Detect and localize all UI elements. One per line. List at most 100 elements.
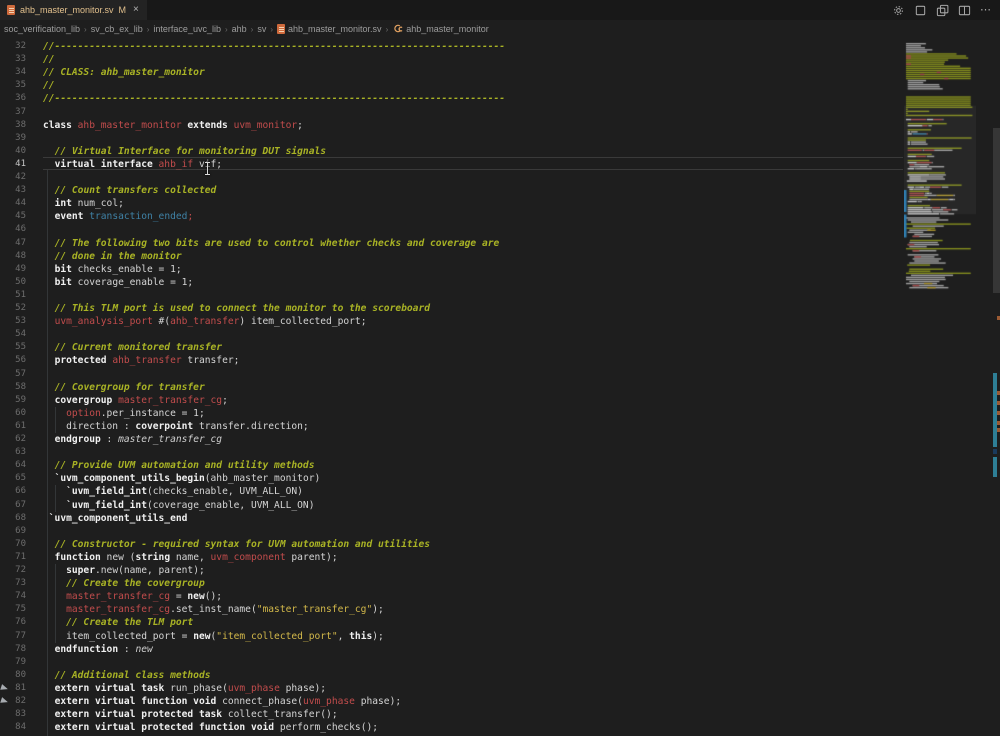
code-line-50[interactable]: bit coverage_enable = 1; (43, 276, 193, 289)
line-number: 41 (0, 158, 26, 171)
breadcrumb-label: interface_uvc_lib (153, 24, 221, 34)
code-line-64[interactable]: // Provide UVM automation and utility me… (43, 459, 314, 472)
line-number: 33 (0, 53, 26, 66)
line-number: 40 (0, 145, 26, 158)
line-number: 32 (0, 40, 26, 53)
code-line-45[interactable]: event transaction_ended; (43, 210, 193, 223)
line-number: 58 (0, 381, 26, 394)
line-number: 54 (0, 328, 26, 341)
breadcrumb-separator: › (270, 25, 273, 34)
ruler-dark-mark (993, 449, 997, 454)
code-line-76[interactable]: // Create the TLM port (43, 616, 193, 629)
breadcrumb-label: sv (257, 24, 266, 34)
breadcrumb-item-ahb-master-monitor[interactable]: ahb_master_monitor (392, 23, 489, 36)
code-line-36[interactable]: //--------------------------------------… (43, 92, 505, 105)
code-line-41[interactable]: virtual interface ahb_if vif; (43, 158, 222, 171)
line-number: 51 (0, 289, 26, 302)
breadcrumb-label: ahb (232, 24, 247, 34)
line-number: 74 (0, 590, 26, 603)
code-line-49[interactable]: bit checks_enable = 1; (43, 263, 182, 276)
line-number: 57 (0, 368, 26, 381)
code-line-61[interactable]: direction : coverpoint transfer.directio… (43, 420, 309, 433)
breadcrumb-label: ahb_master_monitor.sv (288, 24, 382, 34)
code-line-77[interactable]: item_collected_port = new("item_collecte… (43, 630, 384, 643)
breadcrumb-item-sv[interactable]: sv (257, 24, 266, 34)
code-line-35[interactable]: // (43, 79, 55, 92)
line-number: 46 (0, 223, 26, 236)
sv-file-icon (277, 24, 285, 34)
code-line-65[interactable]: `uvm_component_utils_begin(ahb_master_mo… (43, 472, 320, 485)
breadcrumb-label: sv_cb_ex_lib (91, 24, 143, 34)
code-line-80[interactable]: // Additional class methods (43, 669, 211, 682)
line-number: 71 (0, 551, 26, 564)
code-line-66[interactable]: `uvm_field_int(checks_enable, UVM_ALL_ON… (43, 485, 303, 498)
code-line-73[interactable]: // Create the covergroup (43, 577, 205, 590)
scrollbar-slider[interactable] (993, 128, 1000, 293)
code-line-74[interactable]: master_transfer_cg = new(); (43, 590, 222, 603)
mouse-ibeam-cursor (204, 162, 211, 175)
code-line-55[interactable]: // Current monitored transfer (43, 341, 222, 354)
split-editor-icon[interactable] (958, 4, 971, 17)
code-line-67[interactable]: `uvm_field_int(coverage_enable, UVM_ALL_… (43, 499, 315, 512)
class-symbol-icon (392, 23, 403, 36)
editor-area[interactable]: 3233343536373839404142434445464748495051… (0, 38, 1000, 736)
square-icon[interactable] (914, 4, 927, 17)
line-number: 62 (0, 433, 26, 446)
code-line-70[interactable]: // Constructor - required syntax for UVM… (43, 538, 430, 551)
code-line-48[interactable]: // done in the monitor (43, 250, 182, 263)
code-line-58[interactable]: // Covergroup for transfer (43, 381, 205, 394)
more-actions-icon[interactable]: ⋯ (980, 5, 992, 15)
code-line-38[interactable]: class ahb_master_monitor extends uvm_mon… (43, 119, 303, 132)
code-line-82[interactable]: extern virtual function void connect_pha… (43, 695, 401, 708)
code-line-75[interactable]: master_transfer_cg.set_inst_name("master… (43, 603, 384, 616)
code-line-81[interactable]: extern virtual task run_phase(uvm_phase … (43, 682, 326, 695)
line-number: 37 (0, 106, 26, 119)
code-line-43[interactable]: // Count transfers collected (43, 184, 216, 197)
line-number: 68 (0, 512, 26, 525)
open-changes-icon[interactable] (936, 4, 949, 17)
line-number: 48 (0, 250, 26, 263)
settings-gear-icon[interactable] (892, 4, 905, 17)
line-number: 56 (0, 354, 26, 367)
line-number: 64 (0, 459, 26, 472)
code-line-34[interactable]: // CLASS: ahb_master_monitor (43, 66, 205, 79)
line-number: 78 (0, 643, 26, 656)
line-number: 80 (0, 669, 26, 682)
line-number: 67 (0, 499, 26, 512)
code-line-52[interactable]: // This TLM port is used to connect the … (43, 302, 430, 315)
minimap[interactable] (904, 40, 976, 734)
breadcrumb-separator: › (147, 25, 150, 34)
code-line-53[interactable]: uvm_analysis_port #(ahb_transfer) item_c… (43, 315, 366, 328)
code-line-32[interactable]: //--------------------------------------… (43, 40, 505, 53)
line-number: 60 (0, 407, 26, 420)
code-line-62[interactable]: endgroup : master_transfer_cg (43, 433, 222, 446)
code-line-47[interactable]: // The following two bits are used to co… (43, 237, 499, 250)
line-number: 63 (0, 446, 26, 459)
breadcrumb-item-interface-uvc-lib[interactable]: interface_uvc_lib (153, 24, 221, 34)
close-icon[interactable]: × (133, 5, 139, 15)
code-line-78[interactable]: endfunction : new (43, 643, 153, 656)
tab-ahb-master-monitor[interactable]: ahb_master_monitor.sv M × (0, 0, 147, 20)
breadcrumb-item-ahb-master-monitor-sv[interactable]: ahb_master_monitor.sv (277, 24, 382, 34)
code-line-84[interactable]: extern virtual protected function void p… (43, 721, 378, 734)
code-line-33[interactable]: // (43, 53, 55, 66)
code-line-68[interactable]: `uvm_component_utils_end (43, 512, 187, 525)
line-number: 38 (0, 119, 26, 132)
code-line-56[interactable]: protected ahb_transfer transfer; (43, 354, 239, 367)
code-line-59[interactable]: covergroup master_transfer_cg; (43, 394, 228, 407)
code-line-71[interactable]: function new (string name, uvm_component… (43, 551, 338, 564)
line-number: 66 (0, 485, 26, 498)
line-number: 45 (0, 210, 26, 223)
sv-file-icon (7, 5, 15, 15)
code-line-40[interactable]: // Virtual Interface for monitoring DUT … (43, 145, 326, 158)
breadcrumb-item-ahb[interactable]: ahb (232, 24, 247, 34)
ruler-modified-mark (993, 373, 997, 447)
breadcrumb-item-sv-cb-ex-lib[interactable]: sv_cb_ex_lib (91, 24, 143, 34)
breadcrumb-item-soc-verification-lib[interactable]: soc_verification_lib (4, 24, 80, 34)
code-line-60[interactable]: option.per_instance = 1; (43, 407, 205, 420)
code-line-83[interactable]: extern virtual protected task collect_tr… (43, 708, 338, 721)
code-line-44[interactable]: int num_col; (43, 197, 124, 210)
line-number: 84 (0, 721, 26, 734)
code-line-72[interactable]: super.new(name, parent); (43, 564, 205, 577)
line-number: 39 (0, 132, 26, 145)
